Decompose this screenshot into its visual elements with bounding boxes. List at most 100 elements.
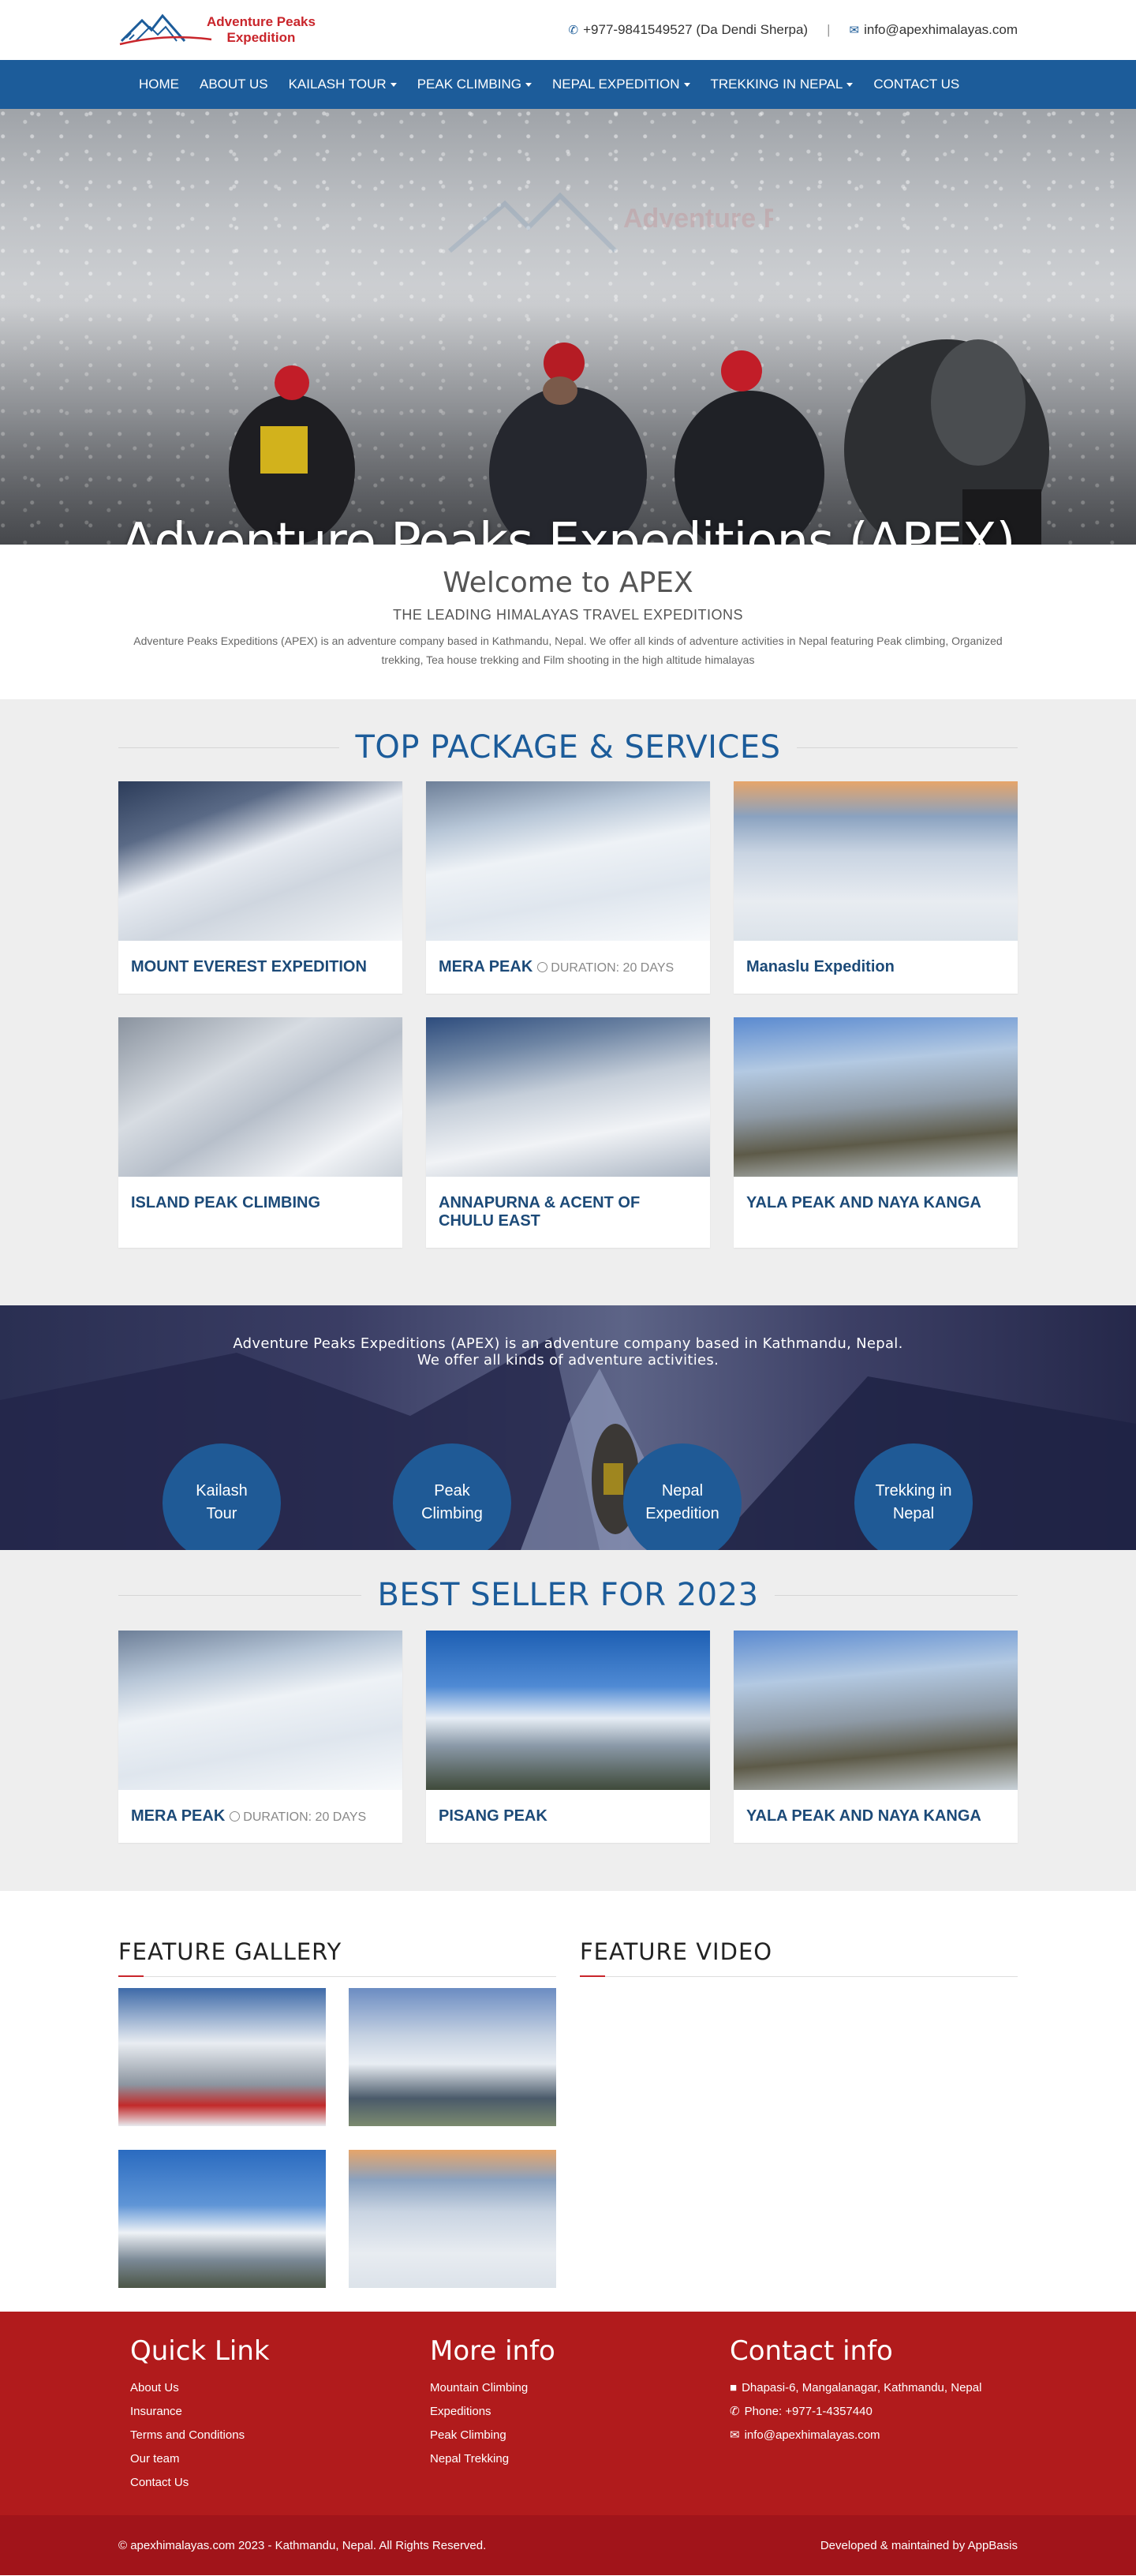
nav-item-nepal-expedition[interactable]: NEPAL EXPEDITION bbox=[542, 60, 701, 109]
nav-item-home[interactable]: HOME bbox=[118, 60, 189, 109]
package-image[interactable] bbox=[118, 781, 402, 941]
package-title[interactable]: ANNAPURNA & ACENT OF CHULU EAST bbox=[439, 1194, 640, 1230]
service-label: Trekking in Nepal bbox=[875, 1482, 952, 1522]
package-title[interactable]: YALA PEAK AND NAYA KANGA bbox=[746, 1194, 981, 1211]
footer-link[interactable]: Our team bbox=[130, 2447, 418, 2471]
package-title[interactable]: MERA PEAK bbox=[439, 958, 532, 975]
package-title[interactable]: MERA PEAK bbox=[131, 1807, 225, 1825]
welcome-subtitle: THE LEADING HIMALAYAS TRAVEL EXPEDITIONS bbox=[392, 607, 744, 623]
duration-text: DURATION: 20 DAYS bbox=[243, 1810, 367, 1824]
nav-item-label: KAILASH TOUR bbox=[288, 77, 387, 92]
footer-phone[interactable]: Phone: +977-1-4357440 bbox=[745, 2405, 873, 2418]
footer-address-item: ■ Dhapasi-6, Mangalanagar, Kathmandu, Nep… bbox=[730, 2376, 1018, 2400]
clock-icon bbox=[537, 962, 548, 972]
service-label: Kailash Tour bbox=[196, 1482, 248, 1522]
package-card[interactable]: YALA PEAK AND NAYA KANGA bbox=[734, 1017, 1018, 1248]
package-card[interactable]: MOUNT EVEREST EXPEDITION bbox=[118, 781, 402, 994]
main-nav: HOME ABOUT US KAILASH TOUR PEAK CLIMBING NEP… bbox=[0, 60, 1136, 109]
package-card[interactable]: YALA PEAK AND NAYA KANGA bbox=[734, 1631, 1018, 1843]
footer-email[interactable]: info@apexhimalayas.com bbox=[745, 2428, 880, 2442]
nav-item-label: CONTACT US bbox=[873, 77, 960, 92]
nav-item-label: NEPAL EXPEDITION bbox=[551, 77, 680, 92]
nav-item-trekking-in-nepal[interactable]: TREKKING IN NEPAL bbox=[701, 60, 864, 109]
footer-more-info: More info Mountain Climbing Expeditions Pe… bbox=[418, 2335, 718, 2495]
nav-item-contact-us[interactable]: CONTACT US bbox=[863, 60, 970, 109]
footer-link[interactable]: Peak Climbing bbox=[430, 2424, 718, 2447]
header-email[interactable]: info@apexhimalayas.com bbox=[864, 22, 1018, 38]
package-image[interactable] bbox=[118, 1631, 402, 1790]
package-caption: YALA PEAK AND NAYA KANGA bbox=[734, 1177, 1018, 1230]
package-caption: MERA PEAK DURATION: 20 DAYS bbox=[118, 1790, 402, 1843]
svg-text:Adventure Peaks: Adventure Peaks bbox=[623, 204, 773, 234]
package-duration: DURATION: 20 DAYS bbox=[230, 1810, 366, 1824]
gallery-section: FEATURE GALLERY FEATURE VIDEO bbox=[0, 1891, 1136, 2312]
gallery-image[interactable] bbox=[349, 1988, 556, 2126]
package-card[interactable]: MERA PEAK DURATION: 20 DAYS bbox=[118, 1631, 402, 1843]
band-text: Adventure Peaks Expeditions (APEX) is an… bbox=[0, 1305, 1136, 1368]
mountain-logo-icon bbox=[119, 13, 212, 46]
package-image[interactable] bbox=[426, 781, 710, 941]
gallery-image[interactable] bbox=[349, 2150, 556, 2288]
footer-link[interactable]: Contact Us bbox=[130, 2471, 418, 2495]
package-card[interactable]: PISANG PEAK bbox=[426, 1631, 710, 1843]
best-seller-grid: MERA PEAK DURATION: 20 DAYS PISANG PEAK YAL… bbox=[118, 1631, 1018, 1866]
best-seller-section: BEST SELLER FOR 2023 MERA PEAK DURATION: … bbox=[0, 1550, 1136, 1891]
nav-item-about-us[interactable]: ABOUT US bbox=[189, 60, 278, 109]
package-title[interactable]: PISANG PEAK bbox=[439, 1807, 547, 1825]
building-icon: ■ bbox=[730, 2381, 738, 2394]
package-duration: DURATION: 20 DAYS bbox=[537, 961, 674, 975]
feature-video: FEATURE VIDEO bbox=[580, 1938, 1018, 2312]
footer-link[interactable]: Terms and Conditions bbox=[130, 2424, 418, 2447]
footer-link[interactable]: Expeditions bbox=[430, 2400, 718, 2424]
footer: Quick Link About Us Insurance Terms and Co… bbox=[0, 2312, 1136, 2515]
package-title[interactable]: Manaslu Expedition bbox=[746, 958, 895, 975]
site-logo[interactable]: Adventure Peaks Expedition bbox=[118, 6, 316, 54]
nav-item-peak-climbing[interactable]: PEAK CLIMBING bbox=[407, 60, 542, 109]
footer-link[interactable]: Insurance bbox=[130, 2400, 418, 2424]
developer-credit[interactable]: Developed & maintained by AppBasis bbox=[820, 2539, 1018, 2552]
package-card[interactable]: ISLAND PEAK CLIMBING bbox=[118, 1017, 402, 1248]
gallery-image[interactable] bbox=[118, 2150, 326, 2288]
package-card[interactable]: Manaslu Expedition bbox=[734, 781, 1018, 994]
nav-item-label: ABOUT US bbox=[200, 77, 268, 92]
package-title[interactable]: YALA PEAK AND NAYA KANGA bbox=[746, 1807, 981, 1825]
package-image[interactable] bbox=[734, 781, 1018, 941]
package-caption: MERA PEAK DURATION: 20 DAYS bbox=[426, 941, 710, 994]
gallery-image[interactable] bbox=[118, 1988, 326, 2126]
best-seller-title: BEST SELLER FOR 2023 bbox=[361, 1577, 775, 1613]
welcome-text: Adventure Peaks Expeditions (APEX) is an… bbox=[133, 635, 1003, 666]
package-title[interactable]: MOUNT EVEREST EXPEDITION bbox=[131, 958, 367, 975]
package-title[interactable]: ISLAND PEAK CLIMBING bbox=[131, 1194, 320, 1211]
package-caption: ISLAND PEAK CLIMBING bbox=[118, 1177, 402, 1230]
package-image[interactable] bbox=[426, 1631, 710, 1790]
more-info-title: More info bbox=[430, 2335, 555, 2367]
caret-down-icon bbox=[525, 82, 532, 87]
package-card[interactable]: ANNAPURNA & ACENT OF CHULU EAST bbox=[426, 1017, 710, 1248]
gallery-title: FEATURE GALLERY bbox=[118, 1938, 556, 1977]
package-image[interactable] bbox=[734, 1017, 1018, 1177]
footer-phone-item: ✆ Phone: +977-1-4357440 bbox=[730, 2400, 1018, 2424]
footer-link[interactable]: Nepal Trekking bbox=[430, 2447, 718, 2471]
services-band: Adventure Peaks Expeditions (APEX) is an… bbox=[0, 1305, 1136, 1550]
package-caption: YALA PEAK AND NAYA KANGA bbox=[734, 1790, 1018, 1843]
header-separator: | bbox=[827, 22, 831, 37]
copyright-bar: © apexhimalayas.com 2023 - Kathmandu, Ne… bbox=[0, 2515, 1136, 2575]
hero-watermark-logo: Adventure Peaks bbox=[448, 192, 773, 253]
copyright-text: © apexhimalayas.com 2023 - Kathmandu, Ne… bbox=[118, 2538, 487, 2552]
nav-item-kailash-tour[interactable]: KAILASH TOUR bbox=[278, 60, 407, 109]
package-image[interactable] bbox=[426, 1017, 710, 1177]
package-card[interactable]: MERA PEAK DURATION: 20 DAYS bbox=[426, 781, 710, 994]
video-title: FEATURE VIDEO bbox=[580, 1938, 1018, 1977]
package-caption: PISANG PEAK bbox=[426, 1790, 710, 1843]
feature-gallery: FEATURE GALLERY bbox=[118, 1938, 556, 2312]
nav-item-label: PEAK CLIMBING bbox=[417, 77, 521, 92]
package-image[interactable] bbox=[734, 1631, 1018, 1790]
packages-grid: MOUNT EVEREST EXPEDITION MERA PEAK DURATIO… bbox=[118, 781, 1018, 1271]
hero-banner: Adventure Peaks Adventure Peaks Expediti… bbox=[0, 109, 1136, 545]
footer-link[interactable]: About Us bbox=[130, 2376, 418, 2400]
service-label: Nepal Expedition bbox=[645, 1482, 719, 1522]
footer-link[interactable]: Mountain Climbing bbox=[430, 2376, 718, 2400]
header-phone[interactable]: +977-9841549527 (Da Dendi Sherpa) bbox=[583, 22, 808, 38]
contact-info-title: Contact info bbox=[730, 2335, 893, 2367]
package-image[interactable] bbox=[118, 1017, 402, 1177]
